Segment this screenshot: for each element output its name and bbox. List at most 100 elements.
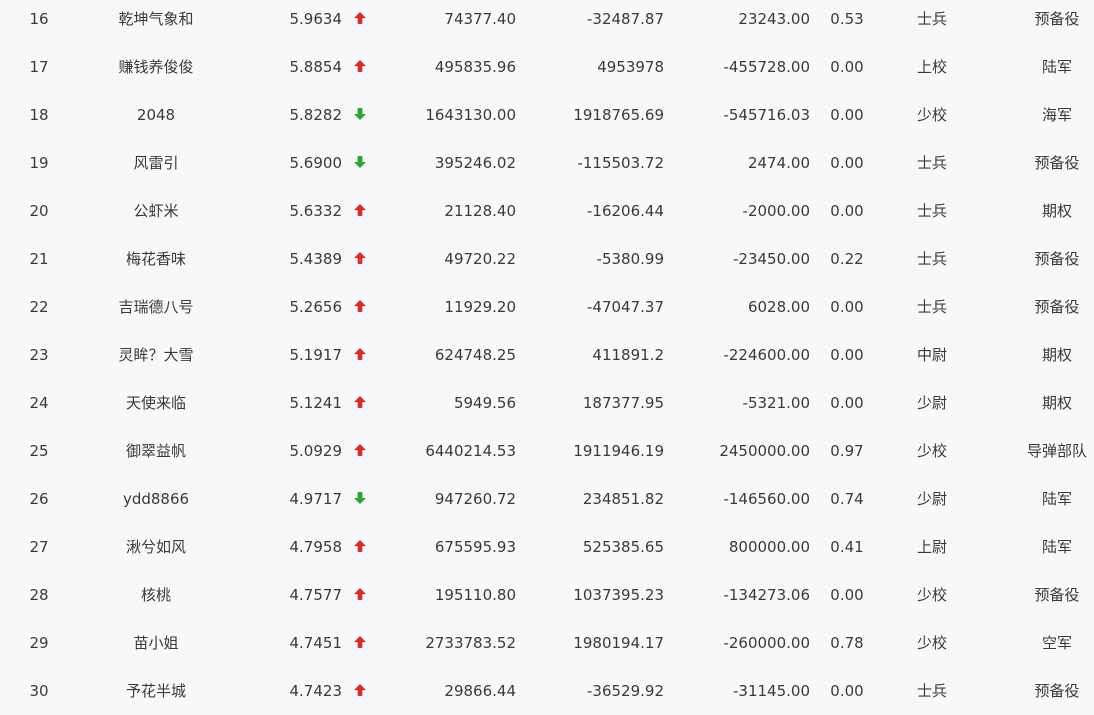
trend-cell	[351, 0, 369, 43]
ratio-cell: 0.00	[830, 106, 864, 124]
score-cell: 4.7451	[289, 634, 343, 652]
red-up-arrow-icon	[353, 10, 367, 28]
table-row[interactable]: 22 吉瑞德八号 5.2656 11929.20 -47047.37 6028.00 0.…	[0, 283, 1094, 331]
rank-cell: 29	[29, 634, 49, 652]
value-a-cell: 11929.20	[444, 298, 516, 316]
value-a-cell: 49720.22	[444, 250, 516, 268]
ratio-cell: 0.74	[830, 490, 864, 508]
name-cell: 乾坤气象和	[118, 10, 194, 28]
name-cell: 天使来临	[125, 394, 186, 412]
branch-cell: 海军	[1041, 106, 1072, 124]
value-a-cell: 395246.02	[434, 154, 516, 172]
ratio-cell: 0.00	[830, 586, 864, 604]
ratio-cell: 0.00	[830, 394, 864, 412]
name-cell: 赚钱养俊俊	[118, 58, 194, 76]
rank-cell: 22	[29, 298, 49, 316]
trend-cell	[351, 523, 369, 571]
value-c-cell: 800000.00	[728, 538, 810, 556]
trend-cell	[351, 283, 369, 331]
ratio-cell: 0.78	[830, 634, 864, 652]
branch-cell: 陆军	[1041, 490, 1072, 508]
value-b-cell: 1980194.17	[573, 634, 664, 652]
red-up-arrow-icon	[353, 394, 367, 412]
table-row[interactable]: 19 风雷引 5.6900 395246.02 -115503.72 2474.00 0.…	[0, 139, 1094, 187]
table-row[interactable]: 25 御翠益帆 5.0929 6440214.53 1911946.19 2450000…	[0, 427, 1094, 475]
trend-cell	[351, 235, 369, 283]
value-c-cell: -134273.06	[723, 586, 810, 604]
value-a-cell: 675595.93	[434, 538, 516, 556]
rank-cell: 19	[29, 154, 49, 172]
rank-cell: 25	[29, 442, 49, 460]
table-row[interactable]: 24 天使来临 5.1241 5949.56 187377.95 -5321.00 0.0…	[0, 379, 1094, 427]
value-c-cell: -455728.00	[723, 58, 810, 76]
table-row[interactable]: 29 苗小姐 4.7451 2733783.52 1980194.17 -260000.…	[0, 619, 1094, 667]
rank-title-cell: 少校	[916, 634, 947, 652]
value-a-cell: 29866.44	[444, 682, 516, 700]
table-row[interactable]: 28 核桃 4.7577 195110.80 1037395.23 -134273.06…	[0, 571, 1094, 619]
name-cell: 灵眸？大雪	[118, 346, 194, 364]
table-row[interactable]: 16 乾坤气象和 5.9634 74377.40 -32487.87 23243.00 0…	[0, 0, 1094, 43]
trend-cell	[351, 331, 369, 379]
ratio-cell: 0.00	[830, 682, 864, 700]
red-up-arrow-icon	[353, 538, 367, 556]
table-row[interactable]: 20 公虾米 5.6332 21128.40 -16206.44 -2000.00 0.0…	[0, 187, 1094, 235]
name-cell: 核桃	[140, 586, 171, 604]
name-cell: ydd8866	[122, 490, 190, 508]
name-cell: 予花半城	[125, 682, 186, 700]
table-row[interactable]: 23 灵眸？大雪 5.1917 624748.25 411891.2 -224600.0…	[0, 331, 1094, 379]
value-c-cell: -224600.00	[723, 346, 810, 364]
value-b-cell: 411891.2	[592, 346, 664, 364]
value-b-cell: -115503.72	[577, 154, 664, 172]
ratio-cell: 0.41	[830, 538, 864, 556]
rank-title-cell: 少校	[916, 442, 947, 460]
trend-cell	[351, 475, 369, 523]
red-up-arrow-icon	[353, 634, 367, 652]
value-a-cell: 74377.40	[444, 10, 516, 28]
branch-cell: 预备役	[1034, 298, 1080, 316]
value-c-cell: -146560.00	[723, 490, 810, 508]
value-c-cell: -31145.00	[733, 682, 810, 700]
value-a-cell: 5949.56	[453, 394, 516, 412]
value-c-cell: -23450.00	[733, 250, 810, 268]
rank-cell: 16	[29, 10, 49, 28]
score-cell: 5.0929	[289, 442, 343, 460]
value-a-cell: 947260.72	[434, 490, 516, 508]
value-b-cell: 1037395.23	[573, 586, 664, 604]
value-b-cell: -16206.44	[587, 202, 664, 220]
value-b-cell: 4953978	[597, 58, 664, 76]
table-row[interactable]: 17 赚钱养俊俊 5.8854 495835.96 4953978 -455728.00…	[0, 43, 1094, 91]
value-a-cell: 1643130.00	[425, 106, 516, 124]
name-cell: 吉瑞德八号	[118, 298, 194, 316]
table-row[interactable]: 26 ydd8866 4.9717 947260.72 234851.82 -14656…	[0, 475, 1094, 523]
rank-cell: 17	[29, 58, 49, 76]
rank-title-cell: 少校	[916, 106, 947, 124]
rank-title-cell: 士兵	[916, 154, 947, 172]
red-up-arrow-icon	[353, 346, 367, 364]
trend-cell	[351, 43, 369, 91]
value-a-cell: 6440214.53	[425, 442, 516, 460]
ratio-cell: 0.00	[830, 58, 864, 76]
value-c-cell: -545716.03	[723, 106, 810, 124]
table-row[interactable]: 18 2048 5.8282 1643130.00 1918765.69 -545716…	[0, 91, 1094, 139]
value-b-cell: -36529.92	[587, 682, 664, 700]
rank-cell: 30	[29, 682, 49, 700]
ratio-cell: 0.00	[830, 154, 864, 172]
value-c-cell: 2474.00	[747, 154, 810, 172]
rank-cell: 21	[29, 250, 49, 268]
table-row[interactable]: 30 予花半城 4.7423 29866.44 -36529.92 -31145.00 0…	[0, 667, 1094, 715]
ratio-cell: 0.22	[830, 250, 864, 268]
table-row[interactable]: 21 梅花香味 5.4389 49720.22 -5380.99 -23450.00 0.…	[0, 235, 1094, 283]
rank-title-cell: 士兵	[916, 202, 947, 220]
ratio-cell: 0.00	[830, 298, 864, 316]
red-up-arrow-icon	[353, 250, 367, 268]
trend-cell	[351, 619, 369, 667]
branch-cell: 陆军	[1041, 58, 1072, 76]
red-up-arrow-icon	[353, 202, 367, 220]
score-cell: 5.1241	[289, 394, 343, 412]
branch-cell: 期权	[1041, 394, 1072, 412]
value-b-cell: 525385.65	[582, 538, 664, 556]
rank-title-cell: 士兵	[916, 682, 947, 700]
ratio-cell: 0.00	[830, 202, 864, 220]
value-c-cell: 23243.00	[738, 10, 810, 28]
table-row[interactable]: 27 湫兮如风 4.7958 675595.93 525385.65 800000.00…	[0, 523, 1094, 571]
